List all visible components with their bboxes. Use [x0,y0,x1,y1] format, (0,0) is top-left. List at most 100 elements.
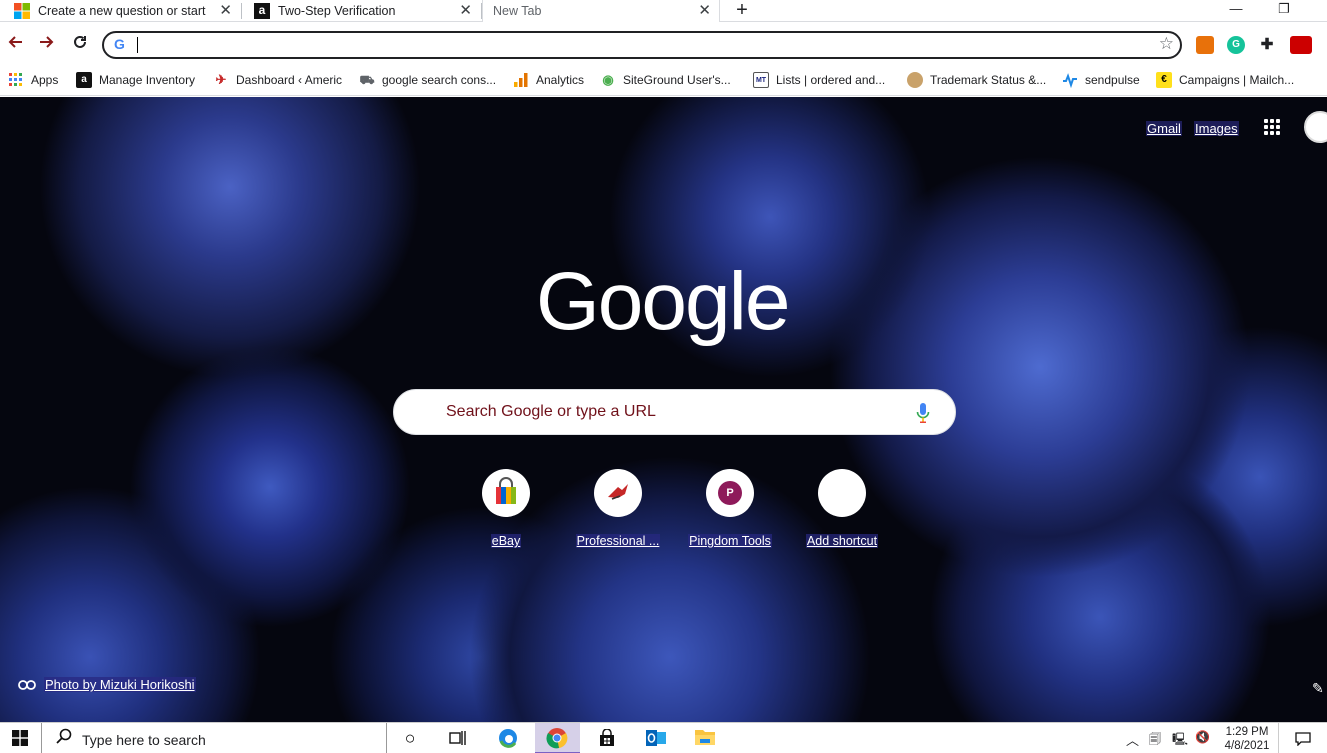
shortcut-pingdom-tools[interactable]: P Pingdom Tools [674,469,786,559]
link-icon [18,679,36,690]
outlook-icon[interactable] [645,727,667,749]
google-logo: Google [536,256,790,347]
tab-new-tab[interactable]: New Tab ✕ [482,0,720,22]
amazon-icon: a [76,72,92,88]
shortcut-tile [818,469,866,517]
google-apps-grid-icon[interactable] [1264,119,1280,135]
bookmark-siteground[interactable]: ◉ SiteGround User's... [600,70,730,90]
bookmark-label: Lists | ordered and... [776,73,886,87]
shortcut-professional[interactable]: Professional ... [562,469,674,559]
bookmark-sendpulse[interactable]: sendpulse [1062,70,1140,90]
shortcut-tile: P [706,469,754,517]
reload-icon [74,35,86,48]
taskbar-search-placeholder: Type here to search [82,732,206,748]
back-arrow-icon [8,36,22,48]
task-view-icon[interactable] [447,727,469,749]
cortana-icon[interactable]: ○ [399,727,421,749]
address-bar[interactable]: G ☆ [102,31,1182,59]
bookmark-label: Analytics [536,73,585,87]
tab-two-step-verification[interactable]: a Two-Step Verification ✕ [242,0,480,22]
siteground-icon: ◉ [602,72,614,87]
bookmark-label: sendpulse [1085,73,1140,87]
bookmark-google-search-console[interactable]: ⛟ google search cons... [359,70,496,90]
address-input[interactable] [136,36,1136,54]
ntp-search-box[interactable]: Search Google or type a URL [393,389,956,435]
forward-arrow-icon [40,36,54,48]
bookmark-manage-inventory[interactable]: a Manage Inventory [76,70,195,90]
bookmark-campaigns-mailchimp[interactable]: € Campaigns | Mailch... [1156,70,1294,90]
mt-logo-icon: MT [753,72,769,88]
forward-button[interactable] [36,31,58,53]
pingdom-letter-icon: P [718,481,742,505]
tab-title: Two-Step Verification [278,4,396,18]
back-button[interactable] [4,31,26,53]
extensions-puzzle-icon[interactable]: ✚ [1258,36,1276,54]
uspto-seal-icon [907,72,923,88]
tab-create-question[interactable]: Create a new question or start a ✕ [0,0,240,22]
profile-extension-icon[interactable] [1290,36,1312,54]
microsoft-logo-icon [14,3,30,19]
bookmark-label: Dashboard ‹ Americ [236,73,343,87]
customize-pencil-icon[interactable]: ✎ [1312,680,1324,697]
apps-grid-icon [8,72,24,88]
microphone-icon[interactable] [916,402,930,424]
amazon-icon: a [254,3,270,19]
system-clock[interactable]: 1:29 PM 4/8/2021 [1222,725,1272,753]
edge-icon[interactable] [497,727,519,749]
search-console-icon: ⛟ [359,73,375,87]
photo-credit-link[interactable]: Photo by Mizuki Horikoshi [44,677,196,692]
clock-time: 1:29 PM [1225,726,1269,738]
toolbar: G ☆ G ✚ [0,22,1327,64]
browser-window: Create a new question or start a ✕ a Two… [0,0,1327,753]
store-icon[interactable] [596,727,618,749]
windows-start-icon[interactable] [9,727,31,749]
bookmark-label: Apps [31,73,59,87]
bird-logo-icon: ✈ [215,72,227,87]
taskbar-search-box[interactable]: Type here to search [41,723,387,753]
new-tab-page: Gmail Images Google Search Google or typ… [0,97,1327,722]
bird-logo-icon [608,484,628,500]
new-tab-button[interactable]: + [730,0,754,22]
show-hidden-icons-chevron-icon[interactable]: ︿ [1126,730,1139,749]
reload-button[interactable] [69,31,91,53]
shortcut-label: Pingdom Tools [688,534,772,548]
chrome-icon [546,728,568,749]
tab-title: Create a new question or start a [38,4,208,18]
bookmark-label: Trademark Status &... [930,73,1047,87]
bookmark-star-icon[interactable]: ☆ [1159,34,1174,54]
bookmark-dashboard[interactable]: ✈ Dashboard ‹ Americ [213,70,343,90]
shortcut-ebay[interactable]: eBay [450,469,562,559]
extension-icon-orange[interactable] [1196,36,1214,54]
windows-taskbar: Type here to search ○ ︿ 🗐 🖳 🔇 1:29 PM 4/… [0,722,1327,753]
maximize-button[interactable]: ❐ [1264,0,1304,22]
notification-icon [1295,732,1311,746]
shortcut-tile [482,469,530,517]
photo-credit[interactable]: Photo by Mizuki Horikoshi [18,677,196,692]
bookmark-label: google search cons... [382,73,497,87]
bookmark-label: Campaigns | Mailch... [1179,73,1295,87]
shortcut-add[interactable]: Add shortcut [786,469,898,559]
grammarly-extension-icon[interactable]: G [1227,36,1245,54]
bookmark-apps[interactable]: Apps [8,70,58,90]
minimize-button[interactable]: — [1216,0,1256,22]
mailchimp-icon: € [1156,72,1172,88]
bookmark-analytics[interactable]: Analytics [513,70,584,90]
clock-date: 4/8/2021 [1224,740,1270,752]
chrome-taskbar-button[interactable] [535,723,580,753]
images-link[interactable]: Images [1194,121,1239,136]
tab-title: New Tab [493,4,542,18]
volume-muted-icon[interactable]: 🔇 [1195,730,1210,744]
bookmark-trademark-status[interactable]: Trademark Status &... [907,70,1046,90]
account-avatar[interactable] [1304,111,1327,143]
close-icon[interactable]: ✕ [459,2,472,19]
bookmark-lists[interactable]: MT Lists | ordered and... [753,70,885,90]
network-icon[interactable]: 🖳 [1172,730,1188,751]
tray-app-icon[interactable]: 🗐 [1149,730,1161,751]
bookmarks-bar: Apps a Manage Inventory ✈ Dashboard ‹ Am… [0,64,1327,96]
close-icon[interactable]: ✕ [698,2,711,19]
gmail-link[interactable]: Gmail [1146,121,1182,136]
file-explorer-icon[interactable] [694,727,716,749]
action-center-button[interactable] [1278,723,1327,753]
close-icon[interactable]: ✕ [219,2,232,19]
shortcut-tile [594,469,642,517]
